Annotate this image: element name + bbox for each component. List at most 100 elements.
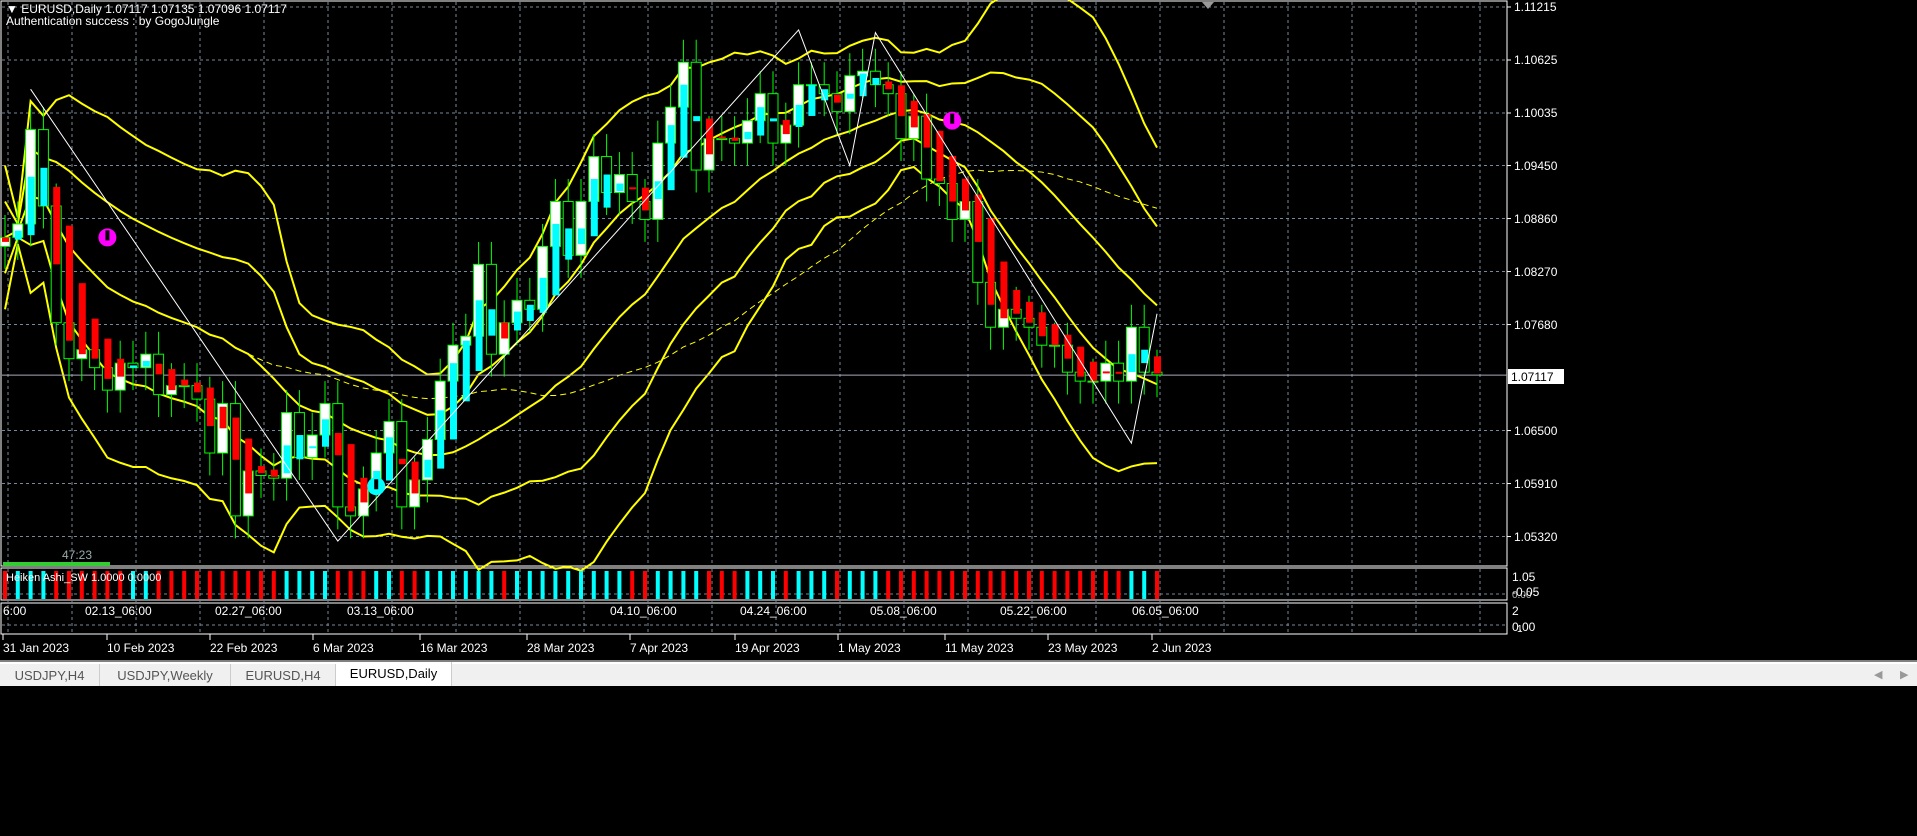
current-price-label: 1.07117 [1508, 369, 1564, 384]
heiken-ashi-bar [603, 174, 611, 208]
time-label: 2 Jun 2023 [1152, 641, 1212, 655]
ha-histogram-bar [719, 571, 724, 599]
chart-tabs: USDJPY,H4 USDJPY,Weekly EURUSD,H4 EURUSD… [0, 662, 1917, 686]
ha-histogram-bar [1155, 571, 1159, 599]
auth-message: Authentication success : by GogoJungle [6, 14, 220, 28]
ha-histogram-bar [566, 571, 571, 599]
ha-histogram-bar [310, 571, 315, 599]
scroll-right-icon[interactable]: ▶ [1900, 668, 1908, 681]
candle-body [153, 353, 165, 396]
heiken-ashi-bar [424, 459, 432, 478]
heiken-ashi-bar [334, 433, 342, 456]
ha-histogram-bar [975, 571, 980, 599]
ha-histogram-bar [617, 571, 622, 599]
heiken-ashi-bar [1026, 301, 1033, 323]
candle-body [1049, 344, 1061, 347]
heiken-ashi-bar [66, 225, 73, 341]
ha-histogram-bar [220, 571, 225, 599]
candle-body [396, 421, 408, 508]
price-label: 1.05910 [1514, 476, 1558, 491]
heiken-ashi-bar [654, 181, 662, 200]
heiken-ashi-bar [437, 410, 445, 469]
ha-histogram-bar [950, 571, 955, 599]
price-label: 1.05320 [1514, 529, 1558, 544]
heiken-ashi-bar [104, 338, 112, 379]
time-label: 6 Mar 2023 [313, 641, 374, 655]
ha-histogram-bar [451, 571, 455, 599]
candle-body [332, 403, 344, 508]
heiken-ashi-bar [578, 228, 585, 245]
heiken-ashi-bar [539, 277, 547, 313]
ha-histogram-bar [540, 571, 545, 599]
time-label: 11 May 2023 [945, 641, 1014, 655]
heiken-ashi-bar [565, 228, 573, 260]
tab-eurusd-h4[interactable]: EURUSD,H4 [231, 664, 336, 686]
tab-usdjpy-weekly[interactable]: USDJPY,Weekly [100, 664, 231, 686]
heiken-ashi-bar [526, 304, 534, 321]
ha-histogram-bar [412, 571, 417, 599]
heiken-ashi-bar [283, 445, 291, 474]
ha-histogram-bar [1014, 571, 1019, 599]
ha-histogram-bar [643, 571, 647, 599]
ha-histogram-bar [1052, 571, 1057, 599]
ha-histogram-bar [297, 571, 302, 599]
heiken-ashi-bar [142, 360, 150, 367]
heiken-ashi-bar [411, 461, 419, 494]
price-label: 1.09450 [1514, 158, 1558, 173]
heiken-ashi-bar [488, 309, 496, 336]
ha-histogram-bar [860, 571, 865, 599]
ha-histogram-bar [502, 571, 507, 599]
price-label: 1.10625 [1514, 52, 1558, 67]
heiken-ashi-bar [40, 167, 48, 206]
heiken-ashi-bar [629, 187, 637, 190]
heiken-ashi-bar [245, 438, 253, 494]
ha-histogram-bar [246, 571, 251, 599]
indicator-frame [0, 567, 1508, 601]
heiken-ashi-bar [322, 419, 329, 447]
tab-eurusd-daily[interactable]: EURUSD,Daily [336, 662, 452, 686]
main-frame [0, 0, 1508, 567]
ha-histogram-bar [335, 571, 340, 599]
ha-histogram-bar [1142, 571, 1147, 599]
sub2-time-label: 05.22_06:00 [1000, 604, 1067, 618]
ha-histogram-bar [1039, 571, 1044, 599]
ha-histogram-bar [745, 571, 750, 599]
heiken-ashi-bar [155, 363, 163, 375]
price-chart[interactable] [0, 0, 1917, 662]
indicator-name: Heiken Ashi_SW 1.0000 0.0000 [6, 572, 162, 584]
heiken-ashi-bar [2, 237, 9, 242]
sub2-scale-top: 2 [1512, 604, 1519, 618]
ha-histogram-bar [796, 571, 801, 599]
ha-histogram-bar [387, 571, 391, 599]
ha-histogram-bar [515, 571, 519, 599]
ha-histogram-bar [681, 571, 686, 599]
heiken-ashi-bar [808, 84, 816, 116]
scroll-left-icon[interactable]: ◀ [1874, 668, 1882, 681]
ha-histogram-bar [271, 571, 276, 599]
ha-histogram-bar [668, 571, 673, 599]
heiken-ashi-bar [462, 340, 470, 402]
tab-usdjpy-h4[interactable]: USDJPY,H4 [0, 664, 100, 686]
sub2-time-label: 6:00 [3, 604, 27, 618]
ha-histogram-bar [195, 571, 199, 599]
ha-histogram-bar [911, 571, 916, 599]
ha-histogram-bar [604, 571, 609, 599]
heiken-ashi-bar [795, 104, 803, 127]
heiken-ashi-bar [898, 85, 905, 117]
heiken-ashi-bar [936, 130, 944, 182]
signal-arrow-stem [374, 479, 379, 490]
price-label: 1.08860 [1514, 211, 1558, 226]
heiken-ashi-bar [514, 311, 521, 331]
indicator-scale-top: 1.05 [1512, 570, 1536, 584]
heiken-ashi-bar [450, 363, 457, 440]
heiken-ashi-bar [168, 369, 176, 391]
time-label: 23 May 2023 [1048, 641, 1118, 655]
heiken-ashi-bar [872, 77, 880, 85]
ha-histogram-bar [835, 571, 839, 599]
heiken-ashi-bar [962, 178, 969, 211]
heiken-ashi-bar [1013, 289, 1021, 314]
heiken-ashi-bar [309, 446, 317, 449]
ha-histogram-bar [963, 571, 967, 599]
sub2-scale-low: 1 [1517, 624, 1523, 635]
ha-histogram-bar [758, 571, 763, 599]
